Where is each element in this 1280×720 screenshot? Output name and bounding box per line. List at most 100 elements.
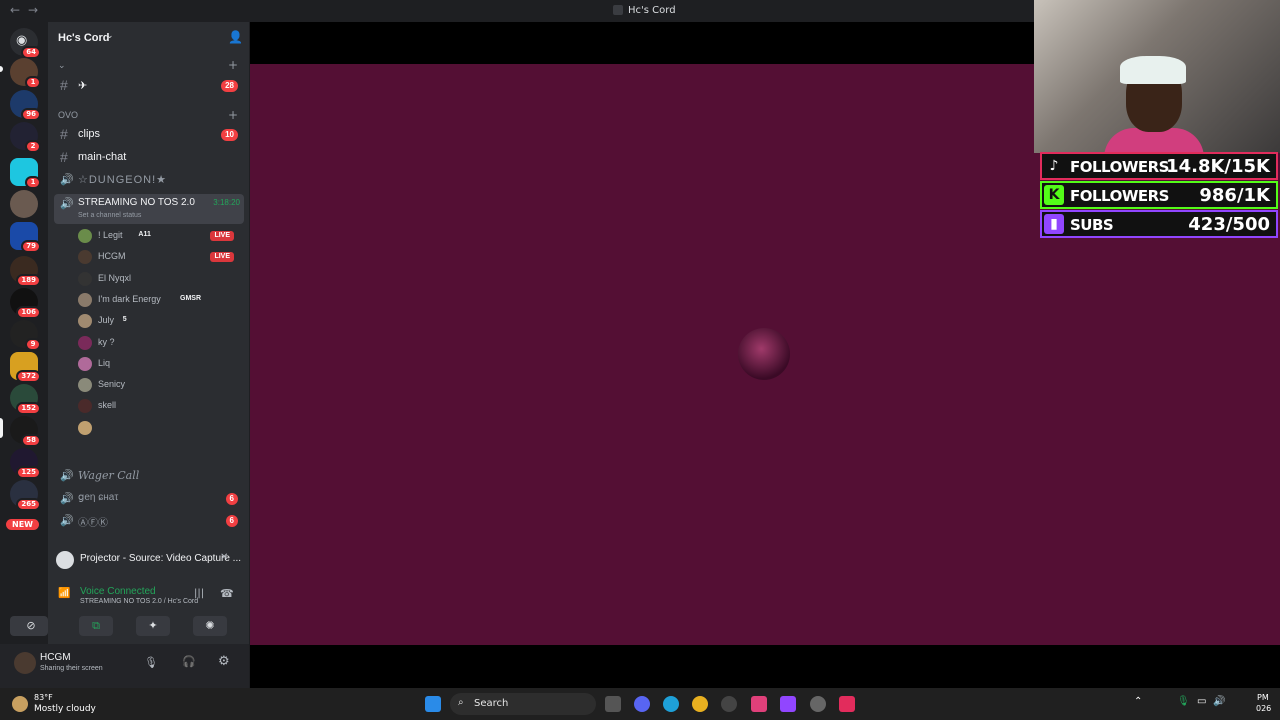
voice-user[interactable]: HCGM LIVE <box>76 247 242 267</box>
voice-user-name: Senicy <box>98 379 126 390</box>
channel-label: clips <box>78 128 101 140</box>
voice-user[interactable]: skell <box>76 396 242 416</box>
mention-count: 28 <box>221 80 238 92</box>
voice-channel-streaming[interactable]: 🔊 STREAMING NO TOS 2.0 3:18:20 Set a cha… <box>54 194 244 224</box>
server-badge: 125 <box>16 466 41 479</box>
server-badge: 2 <box>25 140 41 153</box>
server-badge: 9 <box>25 338 41 351</box>
tiktok-icon: ♪ <box>1044 156 1064 176</box>
slack-icon[interactable] <box>751 696 767 712</box>
server-icon-7[interactable]: 189 <box>10 256 41 287</box>
activities-button[interactable]: ✦ <box>136 616 170 636</box>
voice-user-name: skell <box>98 400 117 411</box>
live-badge[interactable]: LIVE <box>210 231 234 241</box>
server-badge: 1 <box>25 76 41 89</box>
voice-user[interactable]: Senicy <box>76 375 242 395</box>
voice-channel-dungeon[interactable]: 🔊 ☆DUNGEON!★ <box>54 170 244 190</box>
server-icon-9[interactable]: 9 <box>10 320 41 351</box>
channel-label: main-chat <box>78 151 127 163</box>
display-icon[interactable]: ▭ <box>1197 696 1206 707</box>
voice-user[interactable]: I'm dark Energy GMSR <box>76 290 242 310</box>
volume-icon[interactable]: 🔊 <box>1213 696 1225 707</box>
voice-user[interactable] <box>76 418 242 438</box>
server-icon-14[interactable]: 265 <box>10 480 41 511</box>
obs-taskbar-icon[interactable] <box>810 696 826 712</box>
voice-user[interactable]: ky ? <box>76 333 242 353</box>
projector-panel[interactable]: Projector - Source: Video Capture ... ✕ <box>48 546 249 578</box>
channel-clips[interactable]: # clips 10 <box>54 125 244 145</box>
voice-user[interactable]: Liq <box>76 354 242 374</box>
channel-sidebar: Hc's Cord ⌄ 👤 ⌄ + # ✈ 28 OVO + # clips 1… <box>10 22 249 688</box>
chrome-icon[interactable] <box>692 696 708 712</box>
channel-status[interactable]: Set a channel status <box>78 212 141 219</box>
avatar <box>78 292 92 307</box>
server-icon-13[interactable]: 125 <box>10 448 41 479</box>
server-icon-2[interactable]: 96 <box>10 90 41 121</box>
server-icon-6[interactable]: 79 <box>10 222 41 253</box>
server-icon-11[interactable]: 152 <box>10 384 41 415</box>
server-icon-4[interactable]: 1 <box>10 158 41 189</box>
clock-time[interactable]: PM <box>1257 693 1269 702</box>
server-icon-10[interactable]: 372 <box>10 352 41 383</box>
headphones-icon[interactable]: 🎧 <box>182 655 196 668</box>
weather-icon[interactable] <box>12 696 28 712</box>
mic-tray-icon[interactable]: 🎙 <box>1177 696 1190 707</box>
voice-channel-gen-chat[interactable]: 🔊 ցеη ɕнаτ 6 <box>54 489 244 509</box>
close-icon[interactable]: ✕ <box>220 552 228 563</box>
server-badge: 189 <box>16 274 41 287</box>
avatar <box>78 399 92 414</box>
guild-header[interactable]: Hc's Cord ⌄ 👤 <box>48 22 249 54</box>
tiktok-taskbar-icon[interactable] <box>839 696 855 712</box>
invite-people-icon[interactable]: 👤 <box>228 30 243 44</box>
webcam-overlay <box>1034 0 1280 153</box>
live-badge[interactable]: LIVE <box>210 252 234 263</box>
add-channel-icon[interactable]: + <box>228 108 238 122</box>
category-ovo[interactable]: OVO <box>58 110 78 120</box>
voice-status[interactable]: Voice Connected <box>80 586 156 597</box>
file-explorer-icon[interactable] <box>605 696 621 712</box>
stat-value: 986/1K <box>1199 185 1270 206</box>
discord-taskbar-icon[interactable] <box>634 696 650 712</box>
add-channel-icon[interactable]: + <box>228 58 238 72</box>
camera-off-button[interactable]: ⊘ <box>14 616 48 636</box>
server-icon-5[interactable] <box>10 190 38 218</box>
soundboard-button[interactable]: ✺ <box>193 616 227 636</box>
server-badge: 1 <box>25 176 41 189</box>
voice-location[interactable]: STREAMING NO TOS 2.0 / Hc's Cord <box>80 598 198 605</box>
voice-channel-afk[interactable]: 🔊 ⒶⒻⓀ 6 <box>54 511 244 531</box>
stat-label: FOLLOWERS <box>1070 187 1169 205</box>
chevron-up-icon[interactable]: ⌃ <box>1134 696 1142 707</box>
noise-suppression-icon[interactable]: ||| <box>194 588 204 599</box>
server-icon-1[interactable]: 1 <box>10 58 41 89</box>
weather-desc[interactable]: Mostly cloudy <box>34 704 96 714</box>
server-icon-3[interactable]: 2 <box>10 122 41 153</box>
voice-user[interactable]: ! Legit A11 LIVE <box>76 226 242 246</box>
weather-temp[interactable]: 83°F <box>34 693 53 702</box>
disconnect-icon[interactable]: ☎ <box>220 587 234 600</box>
back-arrow-icon[interactable]: ← <box>10 3 20 17</box>
server-badge: 152 <box>16 402 41 415</box>
taskbar-search[interactable]: ⌕ Search <box>450 693 596 715</box>
server-icon-8[interactable]: 106 <box>10 288 41 319</box>
gear-icon[interactable]: ⚙ <box>218 654 230 669</box>
voice-user[interactable]: El Nyqxl <box>76 269 242 289</box>
screen-share-button[interactable]: ⧉ <box>79 616 113 636</box>
channel-main-chat[interactable]: # main-chat <box>54 148 244 168</box>
channel-plane[interactable]: # ✈ 28 <box>54 76 244 96</box>
voice-channel-wager[interactable]: 🔊 Wager Call <box>54 466 244 486</box>
microphone-icon[interactable]: 🎙 <box>144 656 158 669</box>
avatar[interactable] <box>14 652 36 674</box>
media-player-icon[interactable] <box>721 696 737 712</box>
avatar <box>78 420 92 435</box>
category-unnamed[interactable]: ⌄ <box>58 60 66 71</box>
chevron-down-icon: ⌄ <box>106 31 114 41</box>
forward-arrow-icon[interactable]: → <box>28 3 38 17</box>
new-unreads-badge[interactable]: NEW <box>6 519 39 530</box>
server-icon-12[interactable]: 58 <box>10 416 41 447</box>
direct-messages-button[interactable]: ◉ 64 <box>10 28 41 59</box>
windows-start-icon[interactable] <box>425 696 441 712</box>
twitch-taskbar-icon[interactable] <box>780 696 796 712</box>
clock-date[interactable]: 026 <box>1256 704 1271 713</box>
edge-icon[interactable] <box>663 696 679 712</box>
voice-user[interactable]: July 5 <box>76 311 242 331</box>
